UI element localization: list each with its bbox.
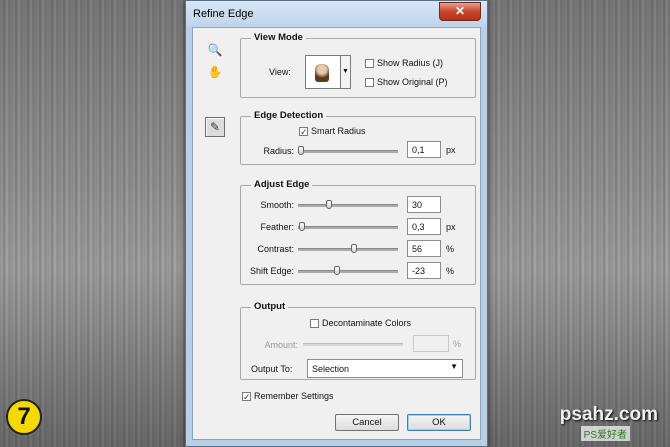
adjust-row-slider-thumb[interactable] bbox=[326, 200, 332, 209]
amount-label: Amount: bbox=[264, 340, 298, 350]
decontaminate-colors-checkbox[interactable] bbox=[310, 319, 319, 328]
hand-tool[interactable]: ✋ bbox=[206, 63, 224, 81]
watermark-subtext: PS爱好者 bbox=[580, 426, 630, 441]
smart-radius-label: Smart Radius bbox=[311, 126, 366, 136]
radius-slider-thumb[interactable] bbox=[298, 146, 304, 155]
adjust-row-slider[interactable] bbox=[298, 226, 398, 229]
radius-unit: px bbox=[446, 145, 456, 155]
watermark-text: psahz.com bbox=[559, 404, 658, 425]
ok-button[interactable]: OK bbox=[407, 414, 471, 431]
edge-detection-title: Edge Detection bbox=[251, 110, 327, 121]
adjust-row-slider[interactable] bbox=[298, 270, 398, 273]
refine-radius-brush-icon: ✎ bbox=[209, 120, 221, 134]
hand-icon: ✋ bbox=[207, 65, 223, 79]
output-to-label: Output To: bbox=[251, 364, 293, 374]
zoom-tool[interactable]: 🔍 bbox=[206, 41, 224, 59]
adjust-row-slider[interactable] bbox=[298, 204, 398, 207]
view-mode-group: View Mode View: ▼ Show Radius (J) Show O… bbox=[240, 32, 476, 98]
chevron-down-icon: ▼ bbox=[450, 362, 458, 371]
show-original-label: Show Original (P) bbox=[377, 77, 448, 87]
radius-input[interactable]: 0,1 bbox=[407, 141, 441, 158]
title-bar: Refine Edge ✕ bbox=[186, 1, 487, 27]
adjust-row-label: Feather: bbox=[260, 222, 294, 232]
adjust-row-label: Smooth: bbox=[260, 200, 294, 210]
adjust-row-slider-thumb[interactable] bbox=[351, 244, 357, 253]
step-number-badge: 7 bbox=[6, 399, 42, 435]
radius-label: Radius: bbox=[263, 146, 294, 156]
refine-edge-dialog: Refine Edge ✕ 🔍 ✋ ✎ View Mode View: ▼ Sh… bbox=[185, 0, 488, 447]
check-icon: ✓ bbox=[300, 127, 308, 137]
show-radius-label: Show Radius (J) bbox=[377, 58, 444, 68]
refine-radius-tool[interactable]: ✎ bbox=[205, 117, 225, 137]
adjust-row-slider-thumb[interactable] bbox=[334, 266, 340, 275]
adjust-row-slider[interactable] bbox=[298, 248, 398, 251]
adjust-row-label: Contrast: bbox=[257, 244, 294, 254]
close-icon: ✕ bbox=[454, 4, 466, 18]
amount-input bbox=[413, 335, 449, 352]
radius-slider[interactable] bbox=[298, 150, 398, 153]
remember-settings-label: Remember Settings bbox=[254, 391, 334, 401]
view-label: View: bbox=[269, 67, 291, 77]
adjust-row-input[interactable]: 56 bbox=[407, 240, 441, 257]
zoom-icon: 🔍 bbox=[207, 43, 223, 57]
decontaminate-colors-label: Decontaminate Colors bbox=[322, 318, 412, 328]
chevron-down-icon: ▼ bbox=[342, 68, 349, 75]
dialog-title: Refine Edge bbox=[193, 8, 254, 20]
adjust-row-unit: % bbox=[446, 266, 455, 276]
show-original-checkbox[interactable] bbox=[365, 78, 374, 87]
adjust-edge-group: Adjust Edge Smooth: 30 Feather: 0,3 px Contra… bbox=[240, 179, 476, 285]
remember-settings-checkbox[interactable]: ✓ bbox=[242, 392, 251, 402]
adjust-row-unit: % bbox=[446, 244, 455, 254]
amount-unit: % bbox=[453, 339, 462, 349]
cancel-button[interactable]: Cancel bbox=[335, 414, 399, 431]
show-radius-checkbox[interactable] bbox=[365, 59, 374, 68]
close-button[interactable]: ✕ bbox=[439, 2, 481, 21]
adjust-row-input[interactable]: 30 bbox=[407, 196, 441, 213]
output-group: Output Decontaminate Colors Amount: % Ou… bbox=[240, 301, 476, 380]
output-title: Output bbox=[251, 301, 289, 312]
check-icon: ✓ bbox=[243, 392, 251, 402]
adjust-row-label: Shift Edge: bbox=[249, 266, 294, 276]
portrait-thumbnail-image bbox=[315, 64, 329, 82]
adjust-edge-title: Adjust Edge bbox=[251, 179, 313, 190]
dialog-body: 🔍 ✋ ✎ View Mode View: ▼ Show Radius (J) … bbox=[192, 27, 481, 440]
view-thumbnail[interactable] bbox=[305, 55, 341, 89]
view-dropdown-arrow[interactable]: ▼ bbox=[341, 55, 351, 89]
edge-detection-group: Edge Detection ✓ Smart Radius Radius: 0,… bbox=[240, 110, 476, 165]
smart-radius-checkbox[interactable]: ✓ bbox=[299, 127, 308, 137]
adjust-row-input[interactable]: -23 bbox=[407, 262, 441, 279]
view-mode-title: View Mode bbox=[251, 32, 306, 43]
adjust-row-unit: px bbox=[446, 222, 456, 232]
adjust-row-slider-thumb[interactable] bbox=[299, 222, 305, 231]
output-to-select[interactable]: Selection ▼ bbox=[307, 359, 463, 378]
amount-slider bbox=[303, 343, 403, 346]
adjust-row-input[interactable]: 0,3 bbox=[407, 218, 441, 235]
output-to-value: Selection bbox=[312, 364, 350, 374]
